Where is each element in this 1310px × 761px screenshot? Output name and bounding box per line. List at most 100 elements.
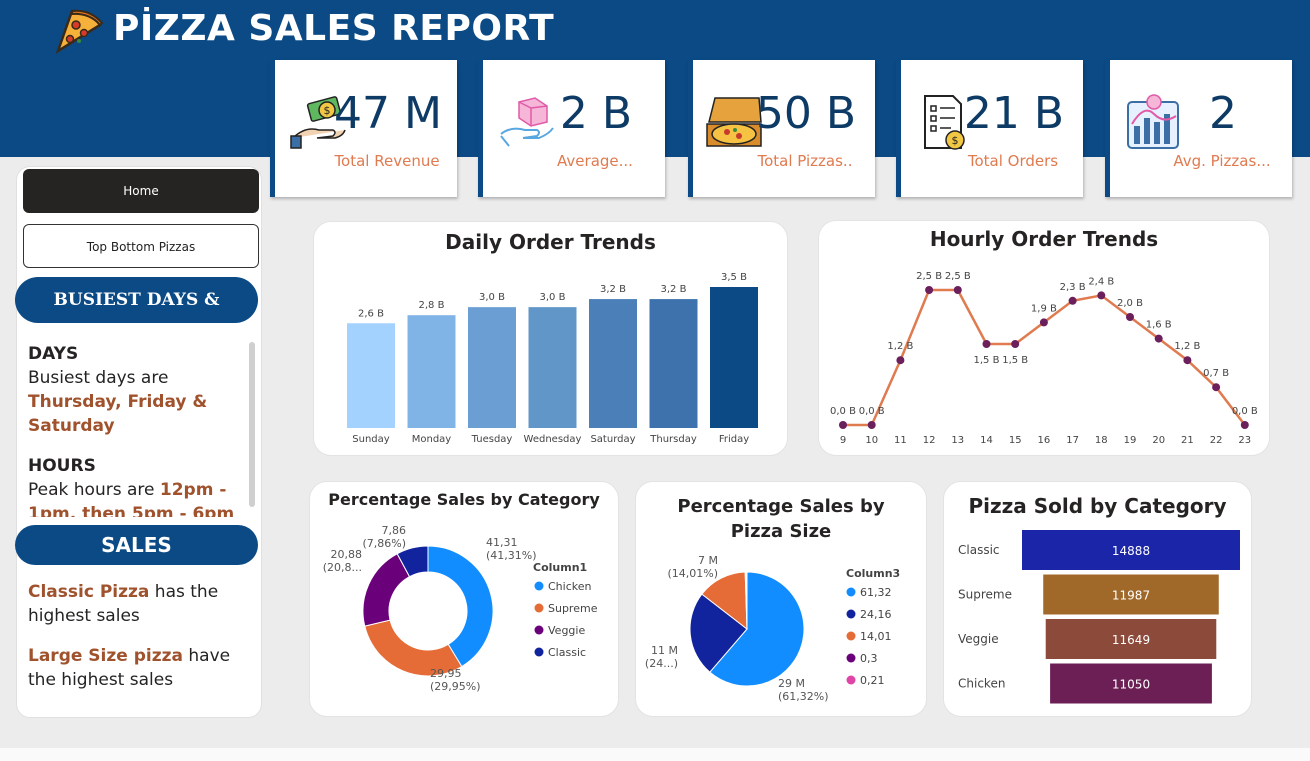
data-label: 29,95 [430,667,462,680]
data-label: 1,6 B [1146,320,1172,331]
x-tick-label: 10 [865,435,878,446]
x-tick-label: Monday [412,434,452,445]
pizza-sold-category-chart: 14888 Classic 11987 Supreme 11649 Veggie 11050… [958,530,1240,704]
data-label: 3,2 B [661,284,687,295]
data-label: 2,5 B [916,271,942,282]
data-label-pct: (24...) [645,657,678,670]
data-label-pct: (7,86%) [362,537,406,550]
x-tick-label: 17 [1066,435,1079,446]
legend-item: Veggie [548,624,585,637]
x-tick-label: 18 [1095,435,1108,446]
x-tick-label: Saturday [590,434,635,445]
x-tick-label: 14 [980,435,993,446]
data-point [867,421,876,429]
x-tick-label: Thursday [649,434,697,445]
data-label: 0,0 B [859,406,885,417]
data-label: 11050 [1112,678,1150,692]
legend-item: 0,3 [860,652,878,665]
kpi-value: 21 B [963,88,1065,139]
pizza-logo-icon [55,9,104,54]
data-label: 3,0 B [540,292,566,303]
sidebar: Home Top Bottom Pizzas BUSIEST DAYS & HO… [15,166,262,718]
pizza-sold-category-card[interactable]: Pizza Sold by Category 14888 Classic 11987… [943,481,1252,717]
hours-text: Peak hours are [28,480,155,500]
data-point [1154,334,1163,343]
hourly-order-trends-card[interactable]: Hourly Order Trends 0,0 B 9 0,0 B 10 1,2 B 11… [818,220,1270,456]
kpi-label: Average... [557,152,633,170]
data-label: 11 M [651,644,678,657]
legend-marker [846,653,856,663]
home-button[interactable]: Home [23,169,259,213]
data-label: 0,7 B [1203,368,1229,379]
percentage-sales-category-chart: 41,31(41,31%) 29,95(29,95%) 20,88(20,8... 7… [323,524,598,693]
page-title: PİZZA SALES REPORT [113,8,555,49]
kpi-card-total-orders[interactable]: $ 21 B Total Orders [896,60,1083,197]
bar-monday [407,315,456,428]
data-label: 11987 [1112,589,1150,603]
data-label-pct: (29,95%) [430,680,481,693]
x-tick-label: Tuesday [471,434,513,445]
data-label: 14888 [1112,544,1150,558]
kpi-value: 50 B [755,88,857,139]
legend-item: Classic [548,646,586,659]
legend-item: 14,01 [860,630,892,643]
data-point [982,340,991,348]
data-point [1240,421,1249,429]
kpi-card-avg-pizzas[interactable]: 2 Avg. Pizzas... [1105,60,1292,197]
data-label: 1,2 B [1174,341,1200,352]
kpi-value: 47 M [334,88,442,139]
kpi-label: Total Pizzas.. [757,152,853,170]
daily-order-trends-card[interactable]: Daily Order Trends 2,6 B Sunday 2,8 B Monda… [313,221,788,456]
data-point [925,286,934,294]
data-label: 11649 [1112,633,1150,647]
x-tick-label: Friday [719,434,749,445]
legend-marker [534,581,544,591]
legend-title: Column1 [533,561,587,574]
data-point [1183,356,1192,365]
x-tick-label: Sunday [352,434,389,445]
data-label: 20,88 [331,548,363,561]
legend-title: Column3 [846,567,900,580]
percentage-sales-size-card[interactable]: Percentage Sales by Pizza Size 29 M (61,3… [635,481,927,717]
legend-marker [534,625,544,635]
data-label: 1,9 B [1031,303,1057,314]
data-label: 7 M [698,554,718,567]
kpi-card-average[interactable]: 2 B Average... [478,60,665,197]
hourly-order-trends-chart: 0,0 B90,0 B101,2 B112,5 B122,5 B131,5 B1… [830,271,1258,446]
hours-heading: HOURS [28,456,96,476]
sales-text: Classic Pizza has the highest sales Larg… [28,580,256,708]
x-tick-label: 21 [1181,435,1194,446]
sales-header: SALES [15,525,258,565]
legend-item: 61,32 [860,586,892,599]
kpi-value: 2 B [559,88,633,139]
category-label: Veggie [958,632,999,646]
data-label-pct: (61,32%) [778,690,829,703]
data-label: 29 M [778,677,805,690]
data-label: 2,3 B [1060,282,1086,293]
footer-strip [0,748,1310,761]
top-bottom-pizzas-button[interactable]: Top Bottom Pizzas [23,224,259,268]
busiest-days-text[interactable]: DAYS Busiest days are Thursday, Friday &… [28,342,248,517]
data-label: 0,0 B [830,406,856,417]
bar-tuesday [468,307,516,428]
kpi-card-total-pizzas[interactable]: 50 B Total Pizzas.. [688,60,875,197]
legend-item: Supreme [548,602,598,615]
data-label: 1,5 B [974,355,1000,366]
percentage-sales-category-card[interactable]: Percentage Sales by Category 41,31 (41,31… [309,481,619,717]
legend-item: Chicken [548,580,592,593]
legend-item: 0,21 [860,674,885,687]
data-label: 2,5 B [945,271,971,282]
kpi-value: 2 [1209,88,1237,139]
data-label: 7,86 [382,524,407,537]
data-point [1212,383,1221,392]
data-label: 1,5 B [1002,355,1028,366]
days-text: Busiest days are [28,368,169,388]
data-label: 2,8 B [419,300,445,311]
data-label: 41,31 [486,536,518,549]
category-label: Classic [958,543,1000,557]
data-label: 3,0 B [479,292,505,303]
scrollbar[interactable] [249,342,255,507]
data-label: 1,2 B [887,341,913,352]
x-tick-label: 13 [951,435,964,446]
kpi-card-total-revenue[interactable]: $ 47 M Total Revenue [270,60,457,197]
